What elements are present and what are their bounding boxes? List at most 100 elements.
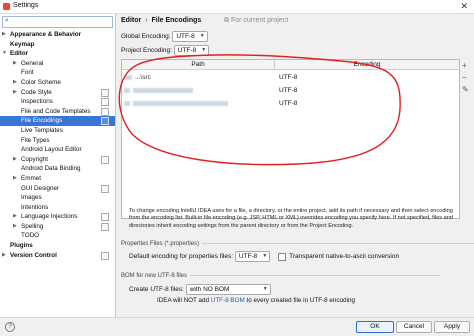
chevron-right-icon[interactable]: ▶ [13, 59, 17, 69]
sidebar-item-label: Font [21, 69, 34, 77]
chevron-right-icon[interactable]: ▶ [2, 30, 6, 40]
create-utf8-label: Create UTF-8 files: [129, 286, 184, 294]
transparent-conversion-checkbox[interactable] [278, 252, 287, 261]
transparent-conversion-option[interactable]: Transparent native-to-ascii conversion [278, 252, 399, 261]
project-scope-icon [101, 155, 109, 164]
sidebar-item-label: File and Code Templates [21, 107, 91, 115]
sidebar-item-version-control[interactable]: ▶ Version Control [0, 251, 115, 261]
search-icon: ⌕ [5, 17, 9, 24]
close-icon[interactable]: ✕ [460, 1, 468, 12]
project-scope-icon [101, 107, 109, 116]
breadcrumb-separator: › [145, 17, 148, 24]
edit-icon[interactable]: ✎ [462, 85, 469, 94]
sidebar-item-color-scheme[interactable]: ▶ Color Scheme [0, 78, 115, 88]
remove-icon[interactable]: − [462, 73, 467, 82]
encoding-cell[interactable]: UTF-8 [279, 87, 297, 94]
sidebar-item-android-layout-editor[interactable]: Android Layout Editor [0, 145, 115, 155]
sidebar-item-label: Copyright [21, 155, 48, 163]
project-scope-icon [101, 251, 109, 260]
chevron-down-icon: ▼ [262, 286, 268, 292]
sidebar-item-android-data-binding[interactable]: Android Data Binding [0, 164, 115, 174]
sidebar-item-label: Spelling [21, 222, 44, 230]
sidebar-item-appearance-behavior[interactable]: ▶ Appearance & Behavior [0, 30, 115, 40]
sidebar-item-label: Android Data Binding [21, 165, 81, 173]
sidebar-item-todo[interactable]: TODO [0, 231, 115, 241]
sidebar-item-code-style[interactable]: ▶ Code Style [0, 88, 115, 98]
sidebar-item-general[interactable]: ▶ General [0, 59, 115, 69]
sidebar-item-label: Version Control [10, 251, 57, 259]
sidebar-item-font[interactable]: Font [0, 68, 115, 78]
sidebar-item-live-templates[interactable]: Live Templates [0, 126, 115, 136]
chevron-down-icon: ▼ [201, 47, 207, 53]
project-encoding-select[interactable]: UTF-8 ▼ [173, 45, 210, 56]
title-bar: Settings ✕ [0, 0, 474, 14]
settings-sidebar: ⌕ ▶ Appearance & Behavior Keymap ▼ Editor ▶ Ge… [0, 14, 116, 326]
table-header: Path Encoding [122, 60, 459, 70]
table-row[interactable]: ...\src UTF-8 [122, 71, 459, 84]
project-scope-icon [101, 184, 109, 193]
sidebar-item-file-types[interactable]: File Types [0, 136, 115, 146]
column-encoding[interactable]: Encoding [275, 60, 459, 69]
sidebar-item-keymap[interactable]: Keymap [0, 40, 115, 50]
sidebar-item-plugins[interactable]: Plugins [0, 241, 115, 251]
properties-default-label: Default encoding for properties files: [129, 253, 234, 261]
add-icon[interactable]: + [462, 61, 467, 70]
create-utf8-select[interactable]: with NO BOM ▼ [185, 284, 271, 295]
properties-section-title: Properties Files (*.properties) [121, 241, 474, 247]
sidebar-item-label: TODO [21, 232, 40, 240]
utf8-bom-link[interactable]: UTF-8 BOM [211, 297, 245, 304]
apply-button[interactable]: Apply [434, 321, 470, 333]
chevron-right-icon[interactable]: ▶ [2, 251, 6, 261]
sidebar-item-label: Editor [10, 50, 29, 58]
chevron-down-icon: ▼ [199, 33, 205, 39]
sidebar-item-label: Plugins [10, 242, 33, 250]
chevron-right-icon[interactable]: ▶ [13, 174, 17, 184]
sidebar-item-label: Color Scheme [21, 78, 61, 86]
global-encoding-label: Global Encoding: [121, 33, 171, 41]
properties-row: Default encoding for properties files: U… [129, 251, 399, 262]
sidebar-item-language-injections[interactable]: ▶ Language Injections [0, 212, 115, 222]
help-icon[interactable]: ? [5, 322, 15, 332]
sidebar-item-copyright[interactable]: ▶ Copyright [0, 155, 115, 165]
chevron-down-icon: ▼ [262, 253, 268, 259]
sidebar-item-label: Code Style [21, 88, 52, 96]
sidebar-item-label: Keymap [10, 40, 35, 48]
encoding-cell[interactable]: UTF-8 [279, 74, 297, 81]
sidebar-item-images[interactable]: Images [0, 193, 115, 203]
global-encoding-select[interactable]: UTF-8 ▼ [172, 31, 208, 42]
sidebar-item-spelling[interactable]: ▶ Spelling [0, 222, 115, 232]
table-row[interactable]: UTF-8 [122, 97, 459, 110]
sidebar-item-editor[interactable]: ▼ Editor [0, 49, 115, 59]
encoding-cell[interactable]: UTF-8 [279, 100, 297, 107]
properties-encoding-select[interactable]: UTF-8 ▼ [234, 251, 271, 262]
sidebar-item-label: File Types [21, 136, 50, 144]
sidebar-item-label: Language Injections [21, 213, 78, 221]
chevron-right-icon[interactable]: ▶ [13, 212, 17, 222]
ok-button[interactable]: OK [356, 321, 394, 333]
project-scope-icon [101, 222, 109, 231]
bom-note: IDEA will NOT add UTF-8 BOM to every cre… [157, 297, 355, 304]
sidebar-item-file-encodings[interactable]: File Encodings [0, 116, 115, 126]
chevron-right-icon[interactable]: ▶ [13, 78, 17, 88]
project-encoding-row: Project Encoding: UTF-8 ▼ [121, 45, 210, 56]
cancel-button[interactable]: Cancel [396, 321, 432, 333]
sidebar-item-emmet[interactable]: ▶ Emmet [0, 174, 115, 184]
chevron-right-icon[interactable]: ▶ [13, 222, 17, 232]
sidebar-item-intentions[interactable]: Intentions [0, 203, 115, 213]
chevron-right-icon[interactable]: ▶ [13, 155, 17, 165]
project-scope-icon [101, 98, 109, 107]
project-scope-icon [101, 213, 109, 222]
chevron-down-icon[interactable]: ▼ [2, 49, 7, 59]
breadcrumb: Editor › File Encodings ⧉ For current pr… [121, 17, 288, 24]
column-path[interactable]: Path [122, 60, 275, 69]
sidebar-item-label: Appearance & Behavior [10, 31, 82, 38]
sidebar-item-file-and-code-templates[interactable]: File and Code Templates [0, 107, 115, 117]
path-encoding-table: Path Encoding ...\src UTF-8 UTF-8 UTF-8 [121, 59, 460, 219]
sidebar-item-label: File Encodings [21, 117, 63, 125]
chevron-right-icon[interactable]: ▶ [13, 88, 17, 98]
settings-search-input[interactable]: ⌕ [2, 16, 113, 28]
table-row[interactable]: UTF-8 [122, 84, 459, 97]
sidebar-item-inspections[interactable]: Inspections [0, 97, 115, 107]
encoding-description: To change encoding IntelliJ IDEA uses fo… [129, 208, 453, 229]
sidebar-item-gui-designer[interactable]: GUI Designer [0, 184, 115, 194]
